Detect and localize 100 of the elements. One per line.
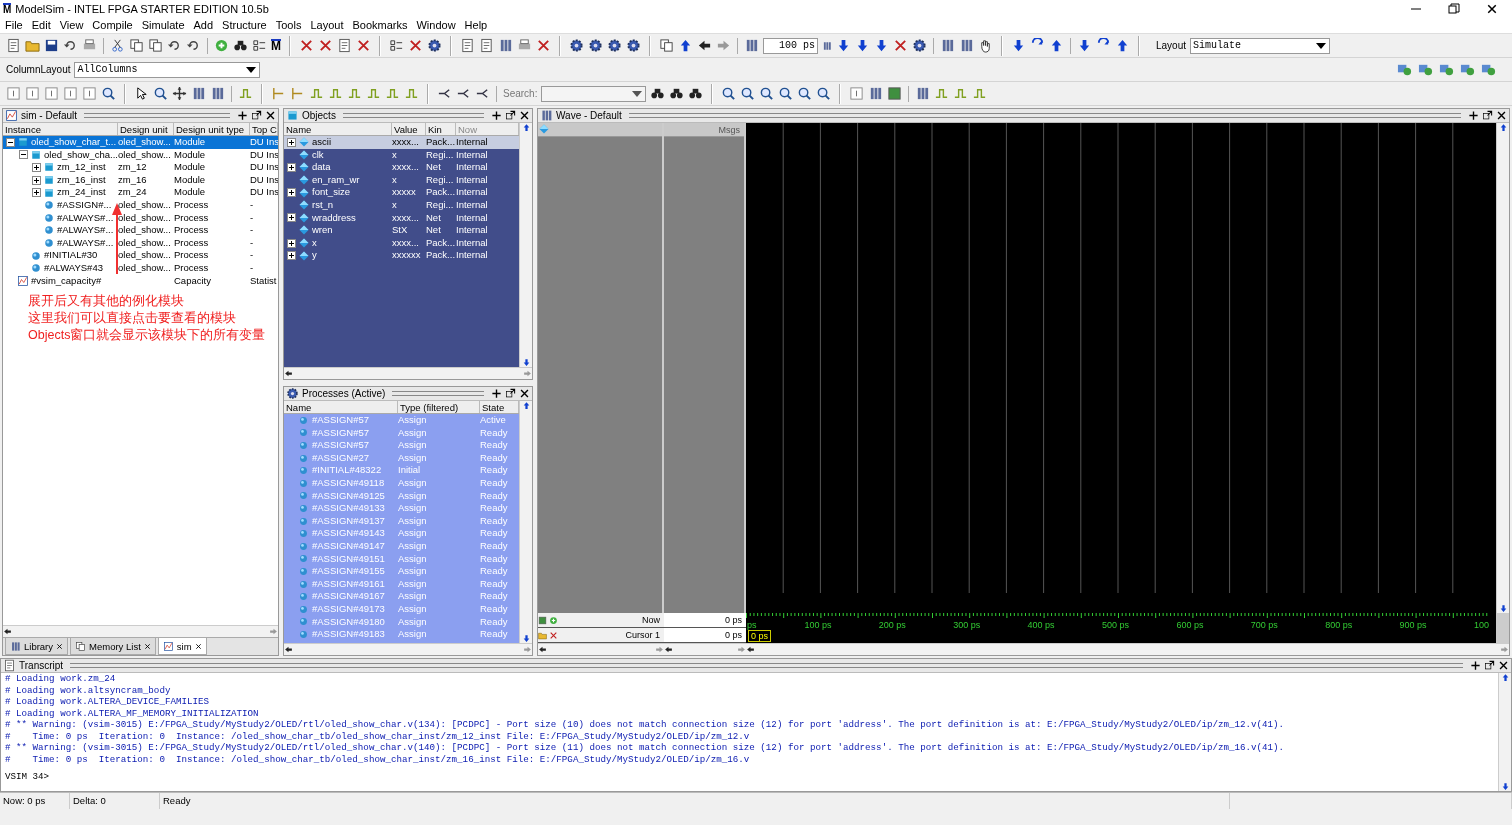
step-icon[interactable] (1115, 38, 1130, 53)
scroll-right-icon[interactable] (269, 627, 278, 636)
instance-row[interactable]: zm_12_inst zm_12 Module DU Ins (3, 161, 278, 174)
signal-row[interactable]: wren StX Net Internal (284, 224, 519, 237)
layout-icon[interactable] (1439, 62, 1454, 77)
edge-icon[interactable] (934, 86, 950, 101)
scroll-up-icon[interactable] (1498, 123, 1508, 132)
column-header[interactable]: Top C (250, 123, 278, 135)
signal-icon[interactable] (238, 86, 253, 101)
panel-tab[interactable]: Library (5, 638, 69, 655)
layout-dropdown[interactable]: Simulate (1190, 37, 1331, 54)
column-header[interactable]: Name (284, 401, 398, 413)
zoom-icon[interactable] (797, 86, 813, 101)
signal-row[interactable]: x xxxx... Pack...Internal (284, 236, 519, 250)
edge-icon[interactable] (404, 86, 419, 101)
dock-icon[interactable] (491, 110, 502, 121)
arrow-up-icon[interactable] (678, 38, 693, 53)
column-header[interactable]: Instance (3, 123, 118, 135)
layout-icon[interactable] (1481, 62, 1496, 77)
undock-icon[interactable] (505, 388, 516, 399)
signal-row[interactable]: wraddress xxxx... Net Internal (284, 211, 519, 225)
menu-item[interactable]: File (2, 19, 29, 31)
signal-row[interactable]: font_size xxxxx Pack...Internal (284, 186, 519, 199)
column-layout-dropdown[interactable]: AllColumns (74, 61, 261, 78)
step-out-icon[interactable] (1049, 38, 1064, 53)
undock-icon[interactable] (1484, 660, 1495, 671)
delete-icon[interactable] (408, 38, 423, 53)
gear-icon[interactable] (569, 38, 584, 53)
pointer-icon[interactable] (134, 86, 149, 101)
scroll-up-icon[interactable] (521, 401, 531, 410)
refresh-icon[interactable] (63, 38, 78, 53)
signal-row[interactable]: y xxxxxx Pack...Internal (284, 249, 519, 262)
menu-item[interactable]: Simulate (138, 19, 191, 31)
paste-icon[interactable] (148, 38, 163, 53)
menu-item[interactable]: Bookmarks (349, 19, 414, 31)
close-icon[interactable] (1496, 110, 1507, 121)
signal-row[interactable]: ascii xxxx... Pack...Internal (284, 136, 519, 149)
scroll-up-icon[interactable] (1500, 673, 1510, 682)
delete-cursor-icon[interactable] (549, 630, 558, 640)
scroll-left-icon[interactable] (746, 645, 755, 654)
restore-icon[interactable] (1448, 2, 1460, 15)
instance-row[interactable]: #ALWAYS#... oled_show... Process - (3, 224, 278, 237)
close-icon[interactable] (1498, 660, 1509, 671)
gear-icon[interactable] (427, 38, 442, 53)
gear-icon[interactable] (588, 38, 603, 53)
menu-item[interactable]: Tools (272, 19, 308, 31)
instance-row[interactable]: #ALWAYS#... oled_show... Process - (3, 236, 278, 250)
find-icon[interactable] (688, 86, 704, 101)
edge-icon[interactable] (953, 86, 969, 101)
stop-icon[interactable] (893, 38, 908, 53)
save-icon[interactable] (44, 38, 59, 53)
close-icon[interactable] (519, 388, 530, 399)
find-icon[interactable] (669, 86, 685, 101)
zoom-out-icon[interactable] (740, 86, 756, 101)
close-icon[interactable] (1486, 2, 1498, 15)
delete-icon[interactable] (536, 38, 551, 53)
zoom-in-icon[interactable] (721, 86, 737, 101)
menu-item[interactable]: Window (413, 19, 462, 31)
edge-icon[interactable] (972, 86, 988, 101)
layout-icon[interactable] (1418, 62, 1433, 77)
scroll-left-icon[interactable] (538, 645, 547, 654)
dock-icon[interactable] (1468, 110, 1479, 121)
zoom-full-icon[interactable] (759, 86, 775, 101)
collapse-icon[interactable] (6, 137, 15, 147)
list-icon[interactable] (252, 38, 267, 53)
menu-item[interactable]: Edit (28, 19, 57, 31)
copy-icon[interactable] (129, 38, 144, 53)
zoom-icon[interactable] (816, 86, 832, 101)
column-header[interactable]: Design unit type (174, 123, 250, 135)
close-icon[interactable] (265, 110, 276, 121)
dock-icon[interactable] (1470, 660, 1481, 671)
redo-icon[interactable] (186, 38, 201, 53)
run-length-field[interactable]: 100 ps (763, 37, 818, 54)
instance-row[interactable]: oled_show_cha...oled_show... Module DU Ins (3, 148, 278, 162)
edge-icon[interactable] (347, 86, 362, 101)
bars-icon[interactable] (191, 86, 206, 101)
close-icon[interactable] (519, 110, 530, 121)
menu-item[interactable]: Structure (219, 19, 273, 31)
scroll-left-icon[interactable] (284, 369, 293, 378)
scroll-left-icon[interactable] (664, 645, 673, 654)
move-icon[interactable] (172, 86, 187, 101)
scroll-right-icon[interactable] (1500, 645, 1509, 654)
layout-icon[interactable] (1460, 62, 1475, 77)
scroll-up-icon[interactable] (521, 123, 531, 132)
signal-row[interactable]: rst_n x Regi... Internal (284, 198, 519, 212)
menu-item[interactable]: View (56, 19, 90, 31)
instance-row[interactable]: zm_16_inst zm_16 Module DU Ins (3, 173, 278, 187)
binoculars-icon[interactable] (233, 38, 248, 53)
panel-tab[interactable]: sim (157, 638, 207, 655)
column-header[interactable]: Kin (426, 123, 456, 135)
zoom-box-icon[interactable] (153, 86, 168, 101)
edge-icon[interactable] (366, 86, 381, 101)
layout-icon[interactable] (1397, 62, 1412, 77)
search-field[interactable] (541, 85, 647, 102)
instance-row[interactable]: #vsim_capacity# Capacity Statist (3, 274, 278, 288)
dropdown-caret-icon[interactable] (631, 88, 644, 99)
dock-icon[interactable] (237, 110, 248, 121)
collapse-icon[interactable] (19, 150, 28, 160)
edge-icon[interactable] (328, 86, 343, 101)
menu-item[interactable]: Add (190, 19, 220, 31)
